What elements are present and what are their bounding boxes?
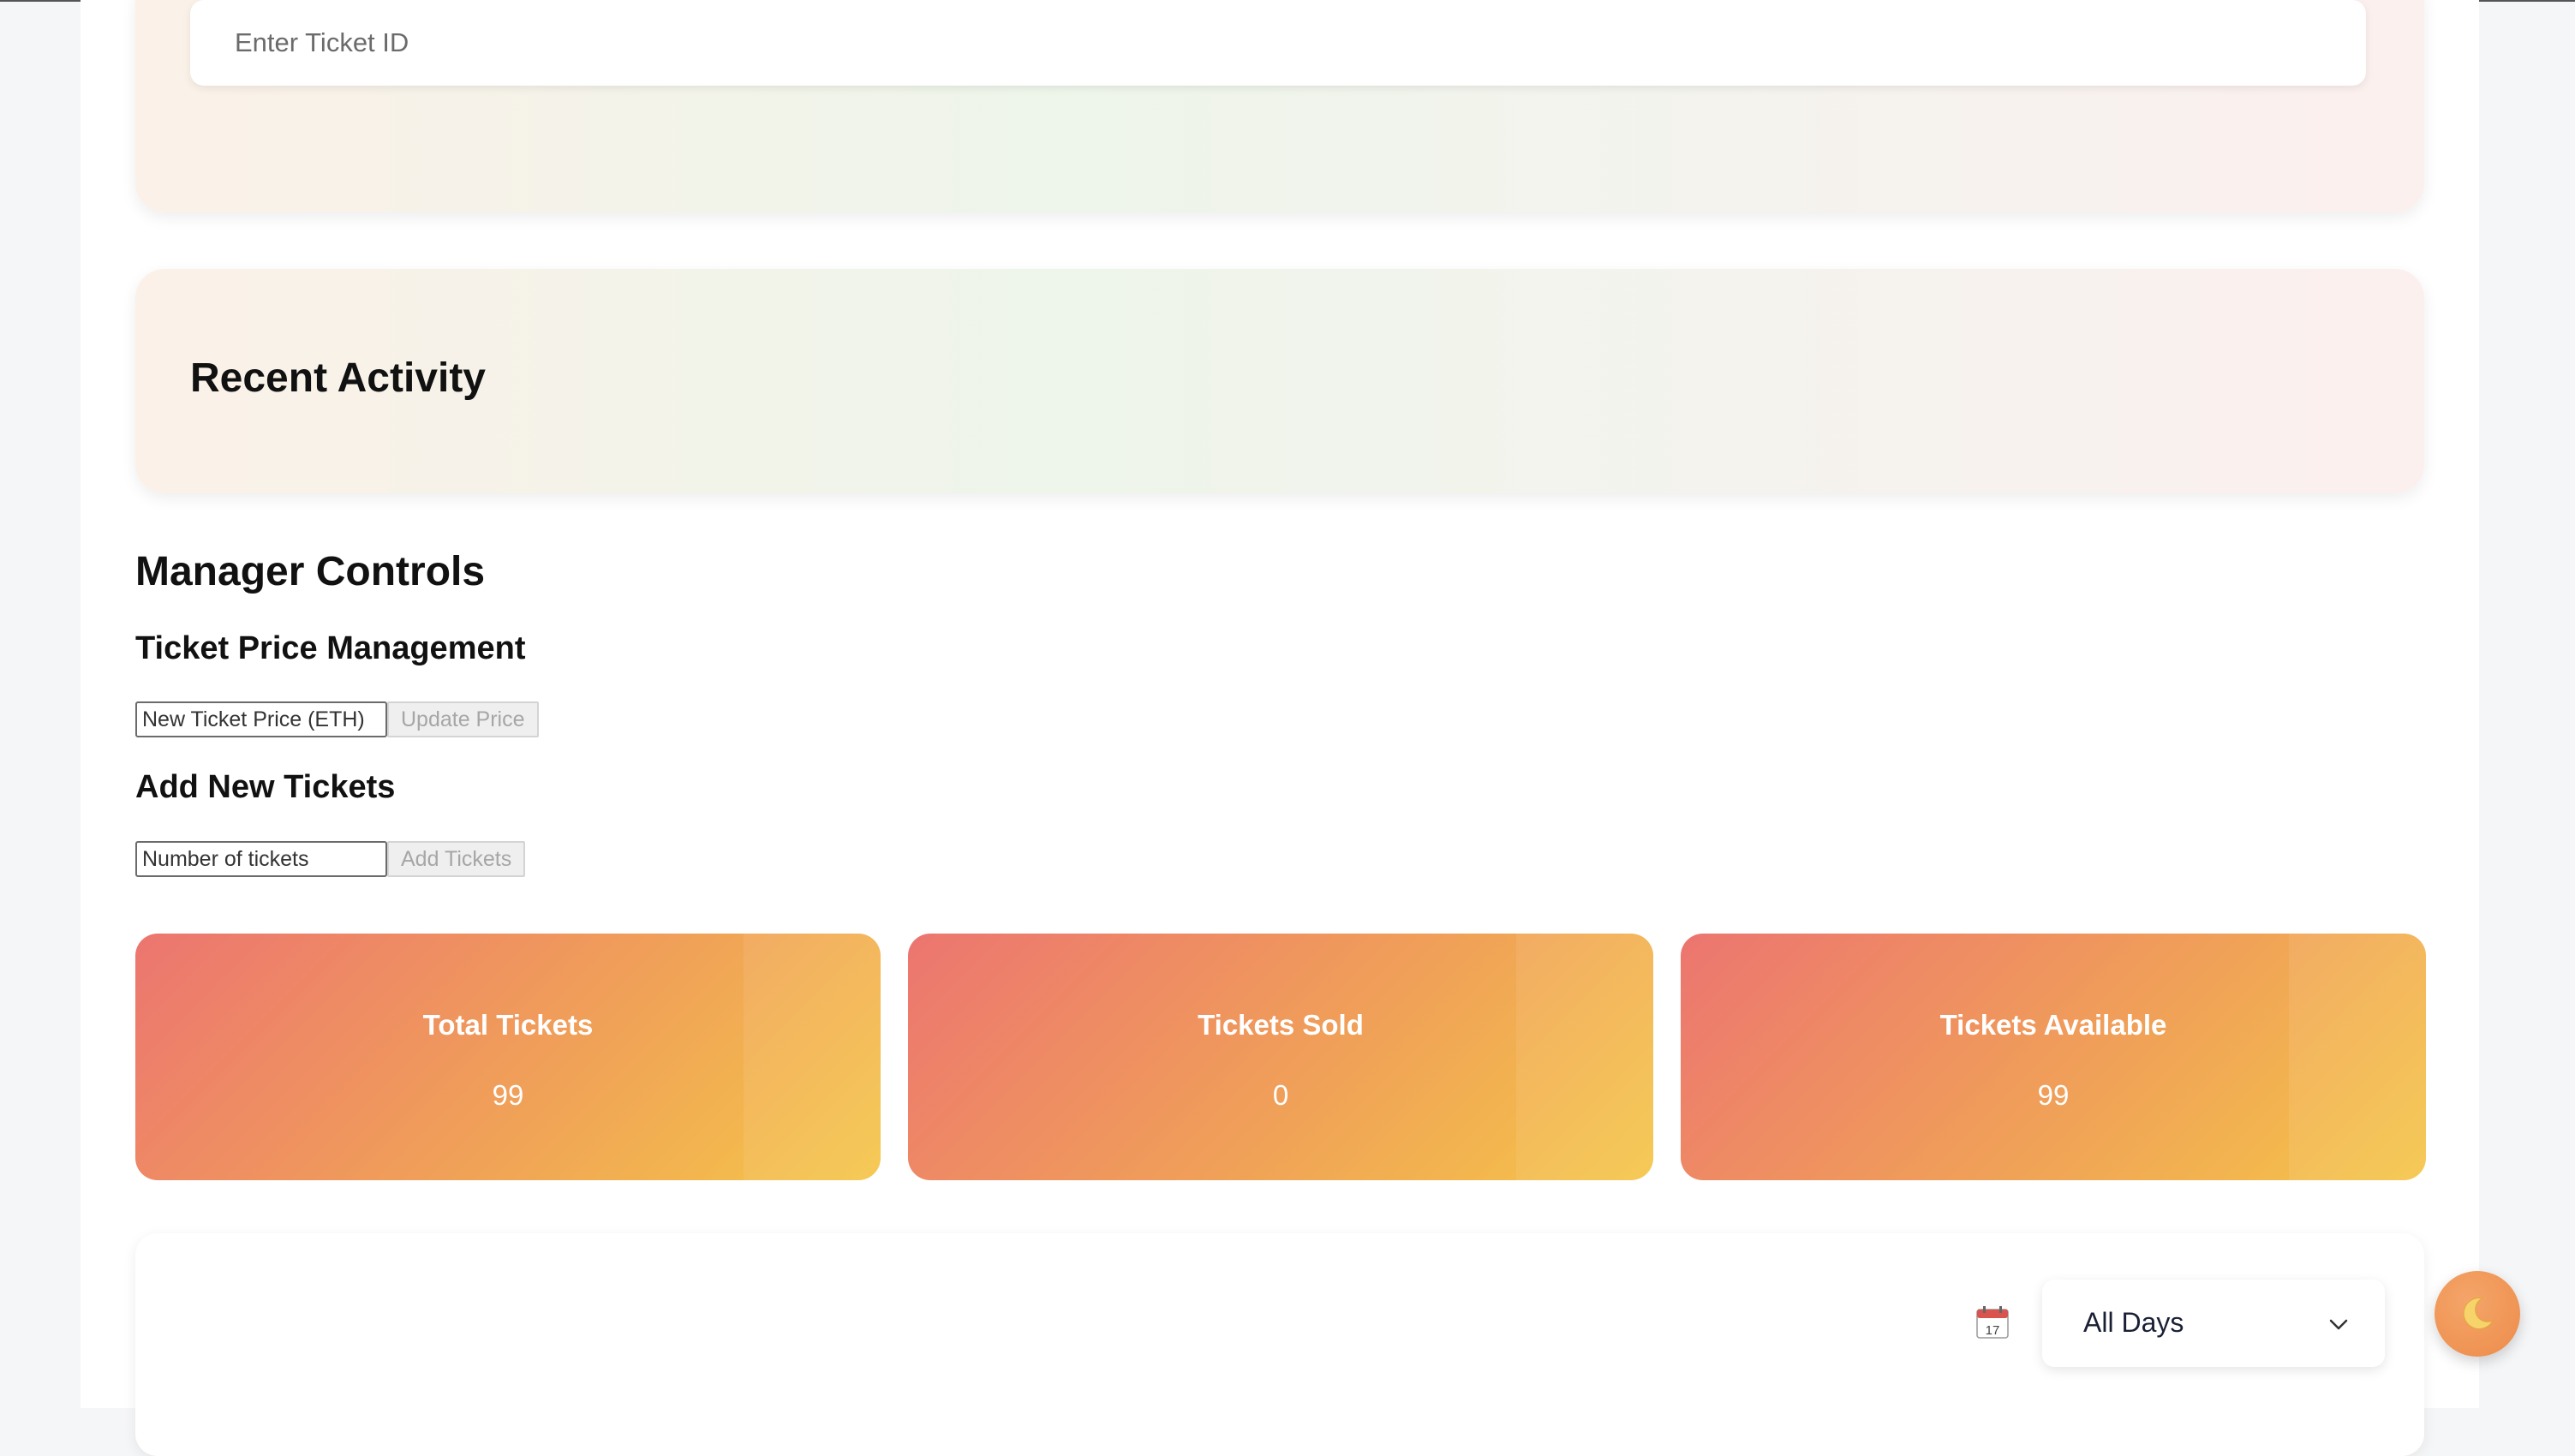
stat-label: Total Tickets xyxy=(422,1009,594,1041)
stat-label: Tickets Available xyxy=(1939,1009,2167,1041)
ticket-id-input[interactable] xyxy=(190,0,2366,86)
calendar-day-text: 17 xyxy=(1986,1323,2000,1338)
add-tickets-form: Add Tickets xyxy=(135,841,526,877)
recent-activity-card: Recent Activity xyxy=(135,269,2424,493)
main-page: Recent Activity Manager Controls Ticket … xyxy=(81,0,2479,1456)
day-filter-select[interactable]: All Days xyxy=(2042,1280,2385,1367)
chevron-down-icon xyxy=(2329,1319,2348,1330)
calendar-icon: 17 xyxy=(1976,1306,2009,1339)
manager-controls-title: Manager Controls xyxy=(135,549,486,594)
moon-icon xyxy=(2463,1298,2494,1330)
add-tickets-title: Add New Tickets xyxy=(135,769,396,805)
recent-activity-title: Recent Activity xyxy=(190,355,486,401)
day-filter-value: All Days xyxy=(2083,1307,2184,1338)
ticket-search-card xyxy=(135,0,2424,212)
stat-card-tickets-sold: Tickets Sold 0 xyxy=(908,934,1653,1180)
stat-card-tickets-available: Tickets Available 99 xyxy=(1681,934,2426,1180)
add-tickets-button[interactable]: Add Tickets xyxy=(387,841,526,877)
ticket-price-input[interactable] xyxy=(135,701,387,737)
ticket-price-title: Ticket Price Management xyxy=(135,630,526,666)
ticket-count-input[interactable] xyxy=(135,841,387,877)
stat-label: Tickets Sold xyxy=(1198,1009,1364,1041)
stat-value: 0 xyxy=(1272,1079,1289,1111)
theme-toggle-button[interactable] xyxy=(2435,1271,2520,1357)
stat-value: 99 xyxy=(2037,1079,2070,1111)
update-price-button[interactable]: Update Price xyxy=(387,701,539,737)
stat-value: 99 xyxy=(492,1079,524,1111)
ticket-price-form: Update Price xyxy=(135,701,539,737)
stat-card-total-tickets: Total Tickets 99 xyxy=(135,934,881,1180)
